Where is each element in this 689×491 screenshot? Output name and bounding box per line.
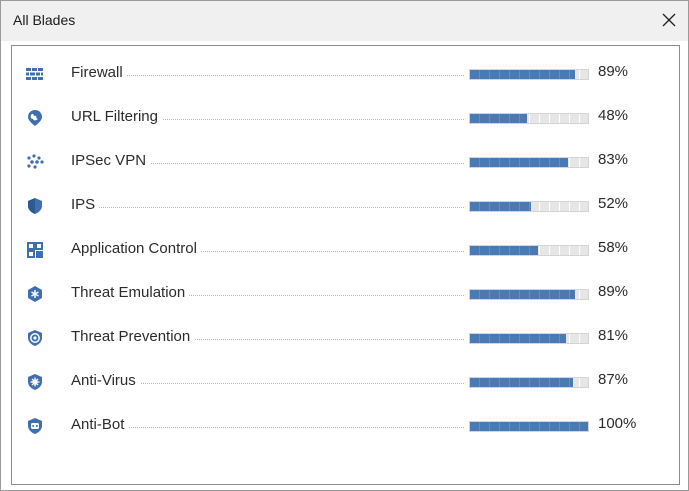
progress-bar <box>469 157 589 168</box>
progress-bar <box>469 245 589 256</box>
blade-row-threat-emulation[interactable]: Threat Emulation 89% <box>12 278 679 308</box>
progress-fill <box>470 334 566 343</box>
blade-name: Firewall <box>71 64 127 81</box>
blades-list: Firewall 89% URL Filtering 48% IPSec VPN… <box>11 45 680 485</box>
close-button[interactable] <box>656 7 682 33</box>
hex-snowflake-icon <box>26 285 44 303</box>
progress-bar <box>469 201 589 212</box>
progress-fill <box>470 422 588 431</box>
blade-name: URL Filtering <box>71 108 162 125</box>
app-grid-icon <box>26 241 44 259</box>
leader-dots <box>72 427 464 428</box>
blade-name: Anti-Bot <box>71 416 129 433</box>
percent-label: 89% <box>598 63 629 80</box>
blade-row-application-control[interactable]: Application Control 58% <box>12 234 679 264</box>
close-icon <box>662 13 676 27</box>
progress-fill <box>470 378 573 387</box>
blade-row-ips[interactable]: IPS 52% <box>12 190 679 220</box>
progress-bar <box>469 113 589 124</box>
title-bar: All Blades <box>1 1 688 41</box>
progress-fill <box>470 202 532 211</box>
all-blades-window: All Blades Firewall 89% URL Filtering 48… <box>0 0 689 491</box>
blade-name: Application Control <box>71 240 201 257</box>
progress-fill <box>470 290 576 299</box>
blade-row-ipsec-vpn[interactable]: IPSec VPN 83% <box>12 146 679 176</box>
progress-bar <box>469 69 589 80</box>
percent-label: 48% <box>598 107 629 124</box>
blade-name: IPSec VPN <box>71 152 151 169</box>
blade-name: IPS <box>71 196 100 213</box>
firewall-icon <box>26 65 44 83</box>
progress-bar <box>469 377 589 388</box>
percent-label: 58% <box>598 239 629 256</box>
blade-name: Anti-Virus <box>71 372 140 389</box>
blade-name: Threat Emulation <box>71 284 190 301</box>
network-dots-icon <box>26 153 44 171</box>
progress-fill <box>470 246 539 255</box>
progress-fill <box>470 70 576 79</box>
percent-label: 83% <box>598 151 629 168</box>
blade-name: Threat Prevention <box>71 328 195 345</box>
globe-pin-icon <box>26 109 44 127</box>
shield-icon <box>26 197 44 215</box>
virus-shield-icon <box>26 373 44 391</box>
progress-bar <box>469 289 589 300</box>
blade-row-firewall[interactable]: Firewall 89% <box>12 58 679 88</box>
progress-fill <box>470 114 527 123</box>
leader-dots <box>72 75 464 76</box>
bot-shield-icon <box>26 417 44 435</box>
percent-label: 81% <box>598 327 629 344</box>
progress-bar <box>469 421 589 432</box>
blade-row-url-filtering[interactable]: URL Filtering 48% <box>12 102 679 132</box>
progress-bar <box>469 333 589 344</box>
percent-label: 52% <box>598 195 629 212</box>
percent-label: 87% <box>598 371 629 388</box>
progress-fill <box>470 158 568 167</box>
target-shield-icon <box>26 329 44 347</box>
percent-label: 89% <box>598 283 629 300</box>
leader-dots <box>72 207 464 208</box>
blade-row-anti-virus[interactable]: Anti-Virus 87% <box>12 366 679 396</box>
window-title: All Blades <box>13 12 76 28</box>
percent-label: 100% <box>598 415 637 432</box>
blade-row-anti-bot[interactable]: Anti-Bot 100% <box>12 410 679 440</box>
blade-row-threat-prevention[interactable]: Threat Prevention 81% <box>12 322 679 352</box>
